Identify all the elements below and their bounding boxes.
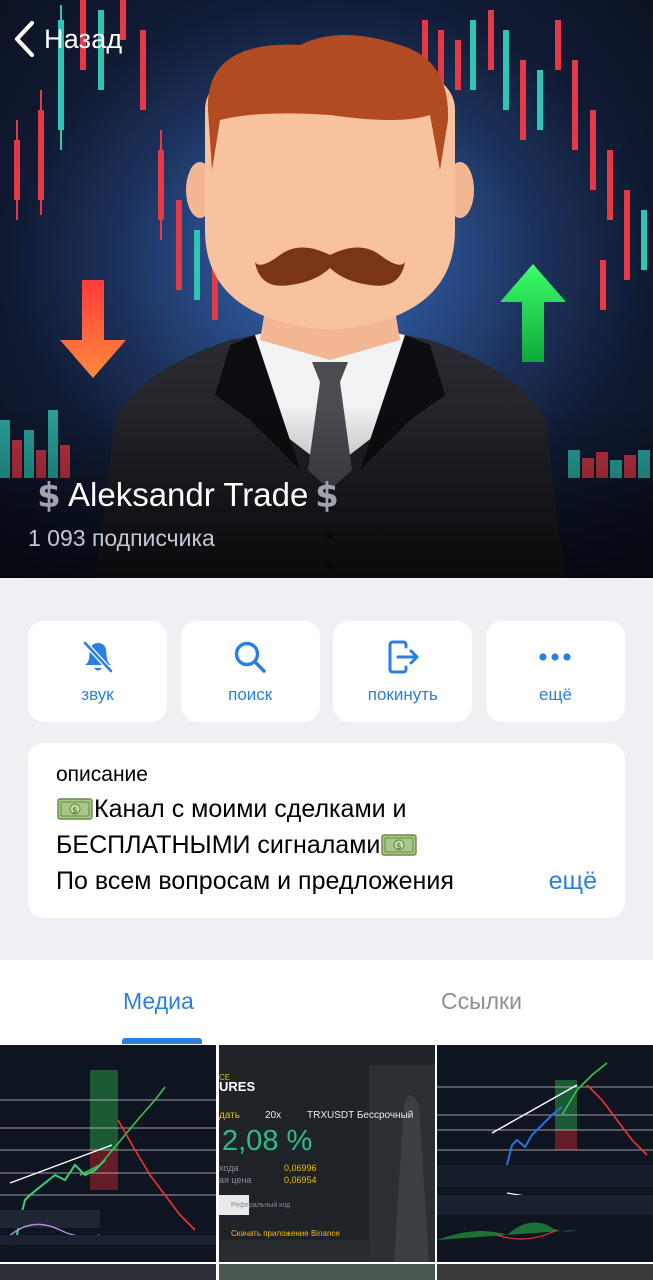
media-thumbnail[interactable]: CE URES дать 20x TRXUSDT Бессрочный 2,08…: [219, 1045, 435, 1262]
pnl-value: 2,08 %: [222, 1125, 313, 1157]
svg-text:$: $: [37, 477, 61, 513]
download-label: Скачать приложение Binance: [231, 1229, 340, 1238]
dollar-icon: $: [37, 477, 61, 513]
svg-text:$: $: [72, 806, 78, 816]
back-button[interactable]: Назад: [12, 20, 122, 58]
mute-button[interactable]: звук: [28, 621, 167, 722]
channel-name: Aleksandr Trade: [68, 476, 309, 513]
description-line-1: $ Канал с моими сделками и: [56, 791, 597, 827]
description-text-2: БЕСПЛАТНЫМИ сигналами: [56, 831, 381, 859]
channel-cover: Назад $ Aleksandr Trade $ 1 093 подписчи…: [0, 0, 653, 578]
media-thumbnail[interactable]: [437, 1264, 653, 1280]
description-line-3: По всем вопросам и предложения ещё: [56, 863, 597, 899]
description-text-1: Канал с моими сделками и: [94, 795, 407, 823]
search-label: поиск: [228, 684, 273, 704]
more-button[interactable]: ещё: [485, 621, 625, 722]
subscriber-count: 1 093 подписчика: [28, 525, 215, 551]
referral-label: Реферальный код: [231, 1202, 291, 1209]
svg-text:$: $: [315, 477, 339, 513]
media-thumbnail[interactable]: [219, 1264, 435, 1280]
money-icon: $: [381, 834, 418, 856]
media-thumbnail[interactable]: [0, 1264, 216, 1280]
active-tab-indicator: [122, 1038, 202, 1044]
leave-icon: [388, 640, 419, 673]
description-heading: описание: [56, 763, 148, 786]
dollar-icon: $: [315, 477, 339, 513]
more-icon: [539, 652, 572, 661]
entry-label: хода: [219, 1163, 239, 1173]
mark-label: ая цена: [219, 1175, 252, 1185]
brand-name: URES: [219, 1079, 256, 1094]
trading-pair: TRXUSDT Бессрочный: [307, 1110, 414, 1121]
tab-links[interactable]: Ссылки: [441, 988, 522, 1015]
chart-thumbnail: [437, 1062, 653, 1240]
entry-value: 0,06996: [284, 1163, 317, 1173]
media-thumbnail[interactable]: [0, 1045, 216, 1262]
search-icon: [234, 641, 266, 673]
trade-tab-label: дать: [219, 1110, 240, 1121]
back-label: Назад: [44, 23, 123, 54]
description-text-3: По всем вопросам и предложения: [56, 867, 454, 895]
description-more-link[interactable]: ещё: [549, 863, 597, 899]
svg-text:$: $: [397, 842, 403, 852]
channel-title-row: $ Aleksandr Trade $: [36, 476, 340, 514]
chart-thumbnail: [0, 1070, 216, 1246]
mark-value: 0,06954: [284, 1175, 317, 1185]
media-tabs: Медиа Ссылки: [0, 960, 653, 1045]
channel-profile-screen: Назад $ Aleksandr Trade $ 1 093 подписчи…: [0, 0, 653, 1280]
leave-button[interactable]: покинуть: [333, 621, 473, 722]
description-card: описание $ Канал с моими сделками и БЕСП…: [28, 743, 625, 918]
media-grid: CE URES дать 20x TRXUSDT Бессрочный 2,08…: [0, 1045, 653, 1280]
leave-label: покинуть: [367, 684, 438, 704]
leverage: 20x: [265, 1110, 282, 1121]
search-button[interactable]: поиск: [180, 621, 320, 722]
mute-label: звук: [81, 684, 114, 704]
money-icon: $: [57, 798, 93, 820]
bell-off-icon: [82, 640, 113, 673]
chevron-left-icon: [14, 20, 35, 58]
description-line-2: БЕСПЛАТНЫМИ сигналами $: [56, 827, 597, 863]
action-bar: звук поиск покинуть ещё: [28, 621, 625, 722]
tab-media[interactable]: Медиа: [123, 988, 194, 1015]
more-label: ещё: [539, 684, 572, 704]
media-thumbnail[interactable]: [437, 1045, 653, 1262]
